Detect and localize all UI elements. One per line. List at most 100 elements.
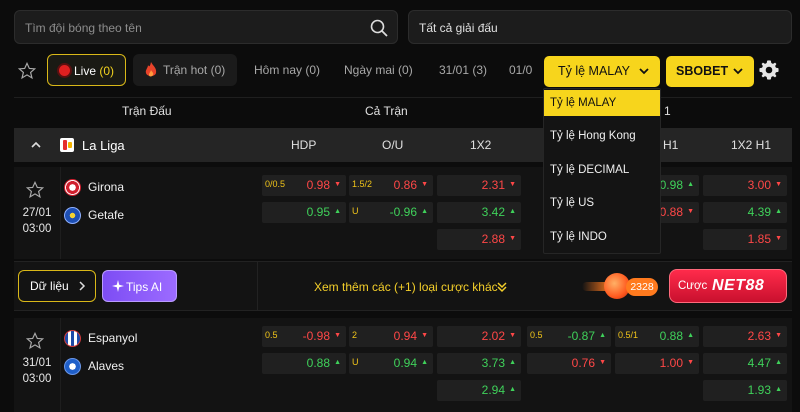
1x2-home-odds[interactable]: 2.31 ▼: [437, 175, 521, 196]
odds-value: 0.88: [659, 205, 683, 219]
h1-hdp-home-odds[interactable]: 0.5 -0.87 ▲: [527, 326, 611, 347]
1x2-h1-draw-odds[interactable]: 4.47 ▲: [703, 353, 787, 374]
tab-hot-label: Trận hot (0): [163, 63, 226, 77]
divider: [60, 318, 61, 412]
arrow-up-icon: ▲: [775, 386, 782, 393]
favorite-star-icon[interactable]: [26, 181, 44, 199]
getafe-crest-icon: [64, 207, 81, 224]
tips-ai-label: Tips AI: [126, 280, 163, 294]
team-search-input[interactable]: Tìm đội bóng theo tên: [14, 10, 398, 44]
away-team-name: Alaves: [88, 359, 125, 373]
arrow-up-icon: ▲: [599, 332, 606, 339]
hdp-away-odds[interactable]: 0.88 ▲: [262, 353, 346, 374]
chevron-up-icon[interactable]: [30, 139, 42, 151]
away-team[interactable]: Alaves: [64, 355, 124, 377]
odds-type-value: Tỷ lệ MALAY: [558, 64, 631, 78]
tab-hot-matches[interactable]: Trận hot (0): [133, 54, 237, 86]
column-match: Trận Đấu: [122, 104, 172, 118]
h1-hdp-line: 0.5: [530, 330, 543, 340]
alaves-crest-icon: [64, 358, 81, 375]
arrow-up-icon: ▲: [775, 359, 782, 366]
hdp-home-odds[interactable]: 0.5 -0.98 ▼: [262, 326, 346, 347]
odds-value: 1.85: [747, 232, 771, 246]
odds-type-select[interactable]: Tỷ lệ MALAY: [544, 56, 660, 87]
arrow-up-icon: ▲: [687, 332, 694, 339]
odds-option-hong-kong[interactable]: Tỷ lệ Hong Kong: [544, 123, 660, 149]
league-filter-value: Tất cả giải đấu: [419, 21, 498, 35]
ou-line: 1.5/2: [352, 179, 373, 189]
arrow-up-icon: ▲: [509, 386, 516, 393]
arrow-down-icon: ▼: [775, 181, 782, 188]
net88-bet-banner[interactable]: Cược NET88: [669, 269, 787, 303]
favorite-star-icon[interactable]: [26, 332, 44, 350]
match-actions-bar: Dữ liệu Tips AI Xem thêm các (+1) loại c…: [14, 261, 792, 311]
more-bets-link[interactable]: Xem thêm các (+1) loại cược khác: [314, 280, 507, 294]
arrow-up-icon: ▲: [509, 208, 516, 215]
arrow-down-icon: ▼: [334, 332, 341, 339]
1x2-draw-odds[interactable]: 3.73 ▲: [437, 353, 521, 374]
away-team-name: Getafe: [88, 208, 125, 222]
promo-ball-banner[interactable]: 2328: [582, 272, 672, 302]
home-team[interactable]: Girona: [64, 176, 124, 198]
match-time: 03:00: [22, 373, 52, 385]
odds-option-decimal[interactable]: Tỷ lệ DECIMAL: [544, 157, 660, 183]
tab-date-0102[interactable]: 01/0: [509, 54, 532, 86]
odds-value: 0.94: [393, 329, 417, 343]
1x2-away-odds[interactable]: 2.88 ▼: [437, 229, 521, 250]
search-icon[interactable]: [369, 18, 389, 38]
arrow-up-icon: ▲: [421, 359, 428, 366]
away-team[interactable]: Getafe: [64, 204, 124, 226]
date-tabs: Live (0) Trận hot (0) Hôm nay (0) Ngày m…: [14, 54, 544, 88]
ou-over-odds[interactable]: 2 0.94 ▼: [349, 326, 433, 347]
league-header-la-liga[interactable]: La Liga HDP O/U 1X2 H1 1X2 H1: [14, 128, 792, 162]
odds-value: 2.88: [481, 232, 505, 246]
odds-value: 3.73: [481, 356, 505, 370]
data-button[interactable]: Dữ liệu: [18, 270, 96, 302]
odds-option-indo[interactable]: Tỷ lệ INDO: [544, 224, 660, 250]
settings-gear-icon[interactable]: [758, 59, 780, 81]
divider: [257, 262, 258, 310]
1x2-home-odds[interactable]: 2.02 ▼: [437, 326, 521, 347]
odds-type-dropdown: Tỷ lệ MALAY Tỷ lệ Hong Kong Tỷ lệ DECIMA…: [543, 88, 661, 254]
league-filter-select[interactable]: Tất cả giải đấu: [408, 10, 792, 44]
odds-option-malay[interactable]: Tỷ lệ MALAY: [544, 90, 660, 116]
h1-ou-over-odds[interactable]: 0.5/1 0.88 ▲: [615, 326, 699, 347]
ou-under-odds[interactable]: U -0.96 ▲: [349, 202, 433, 223]
flame-icon: [145, 62, 157, 77]
home-team[interactable]: Espanyol: [64, 327, 137, 349]
odds-value: 0.88: [659, 329, 683, 343]
1x2-away-odds[interactable]: 2.94 ▲: [437, 380, 521, 401]
odds-value: 0.94: [393, 356, 417, 370]
bookmaker-select[interactable]: SBOBET: [666, 56, 754, 87]
1x2-draw-odds[interactable]: 3.42 ▲: [437, 202, 521, 223]
h1-ou-under-odds[interactable]: 1.00 ▼: [615, 353, 699, 374]
tab-tomorrow[interactable]: Ngày mai (0): [344, 54, 413, 86]
odds-value: 3.42: [481, 205, 505, 219]
tab-today[interactable]: Hôm nay (0): [254, 54, 320, 86]
arrow-down-icon: ▼: [421, 181, 428, 188]
tab-date-3101[interactable]: 31/01 (3): [439, 54, 487, 86]
live-dot-icon: [59, 65, 70, 76]
h1-hdp-away-odds[interactable]: 0.76 ▼: [527, 353, 611, 374]
hdp-away-odds[interactable]: 0.95 ▲: [262, 202, 346, 223]
arrow-down-icon: ▼: [775, 235, 782, 242]
odds-value: 1.00: [659, 356, 683, 370]
favorites-star-icon[interactable]: [18, 62, 36, 80]
arrow-up-icon: ▲: [421, 208, 428, 215]
sparkle-icon: [112, 280, 124, 292]
tips-ai-button[interactable]: Tips AI: [102, 270, 177, 302]
ou-under-odds[interactable]: U 0.94 ▲: [349, 353, 433, 374]
ou-over-odds[interactable]: 1.5/2 0.86 ▼: [349, 175, 433, 196]
odds-value: 2.63: [747, 329, 771, 343]
1x2-h1-home-odds[interactable]: 3.00 ▼: [703, 175, 787, 196]
hdp-home-odds[interactable]: 0/0.5 0.98 ▼: [262, 175, 346, 196]
arrow-up-icon: ▲: [334, 359, 341, 366]
data-button-label: Dữ liệu: [30, 279, 69, 293]
odds-option-us[interactable]: Tỷ lệ US: [544, 190, 660, 216]
tab-live[interactable]: Live (0): [47, 54, 126, 86]
1x2-h1-home-odds[interactable]: 2.63 ▼: [703, 326, 787, 347]
match-row: 27/01 03:00 Girona Getafe 0/0.5 0.98 ▼ 0.9…: [14, 167, 792, 259]
1x2-h1-draw-odds[interactable]: 4.39 ▲: [703, 202, 787, 223]
1x2-h1-away-odds[interactable]: 1.93 ▲: [703, 380, 787, 401]
1x2-h1-away-odds[interactable]: 1.85 ▼: [703, 229, 787, 250]
